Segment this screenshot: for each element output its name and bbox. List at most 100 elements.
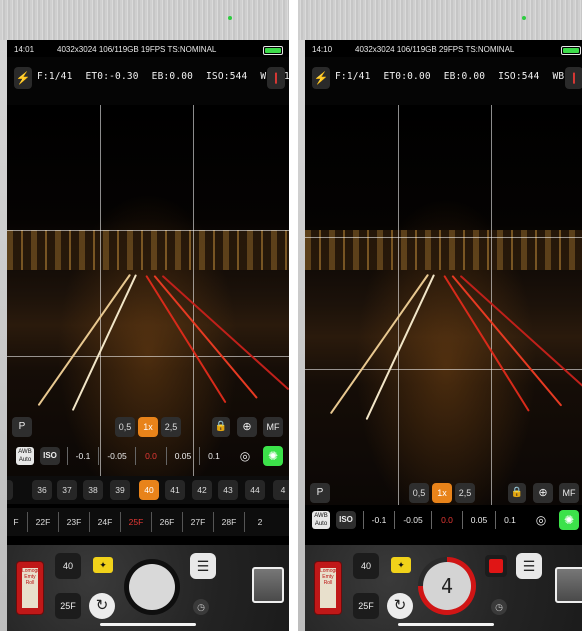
zoom-2-5[interactable]: 2,5	[455, 483, 475, 503]
grid-line	[305, 369, 582, 370]
gallery-thumbnail[interactable]	[555, 567, 582, 603]
status-time: 14:10	[312, 45, 333, 54]
eb-value: EB:0.00	[443, 71, 486, 82]
sun-icon[interactable]: ✺	[559, 510, 579, 530]
flash-icon[interactable]: ⚡	[312, 67, 330, 89]
ev-option[interactable]: -0.05	[394, 511, 431, 529]
zoom-0-5[interactable]: 0,5	[115, 417, 135, 437]
timer-icon[interactable]: ◎	[531, 511, 551, 529]
status-time: 14:01	[14, 45, 35, 54]
timer-icon[interactable]: ◎	[235, 447, 255, 465]
settings-icon[interactable]: ❙	[267, 67, 285, 89]
ev-option[interactable]: -0.1	[67, 447, 98, 465]
ev-option[interactable]: 0.05	[462, 511, 495, 529]
grid-line	[7, 230, 289, 232]
ev-option[interactable]: 0.1	[495, 511, 524, 529]
timer-icon[interactable]: ◷	[491, 599, 507, 615]
ev-option[interactable]: -0.1	[363, 511, 394, 529]
iso-value: ISO:544	[498, 71, 540, 82]
mode-button[interactable]: P	[310, 483, 330, 503]
iso-chip[interactable]: 41	[165, 480, 185, 500]
fps-option[interactable]: 23F	[58, 512, 89, 532]
fps-option[interactable]: 24F	[89, 512, 120, 532]
ev-option[interactable]: -0.05	[98, 447, 135, 465]
light-trail	[451, 275, 563, 407]
film-label: Lomography Emty Roll	[22, 568, 38, 608]
iso-chip[interactable]: 37	[57, 480, 77, 500]
ev-option[interactable]: 0.05	[166, 447, 199, 465]
fps-option[interactable]: 26F	[151, 512, 182, 532]
fps-option[interactable]: 2	[244, 512, 275, 532]
film-roll-icon[interactable]: Lomography Emty Roll	[314, 561, 342, 615]
battery-icon	[561, 46, 581, 55]
zoom-selector: 0,5 1x 2,5	[115, 417, 184, 437]
zoom-1x[interactable]: 1x	[432, 483, 452, 503]
mf-button[interactable]: MF	[559, 483, 579, 503]
list-icon[interactable]: ☰	[516, 553, 542, 579]
awb-button[interactable]: AWB Auto	[312, 511, 330, 529]
fps-option[interactable]: 27F	[182, 512, 213, 532]
iso-button[interactable]: ISO	[336, 511, 356, 529]
awb-button[interactable]: AWB Auto	[16, 447, 34, 465]
shutter-button[interactable]	[124, 559, 180, 615]
timer-icon[interactable]: ◷	[193, 599, 209, 615]
film-label: Lomography Emty Roll	[320, 568, 336, 608]
lock-icon[interactable]: 🔒	[212, 417, 230, 437]
iso-40-button[interactable]: 40	[353, 553, 379, 579]
mf-button[interactable]: MF	[263, 417, 283, 437]
fps-option[interactable]: 22F	[27, 512, 58, 532]
grid-line	[398, 105, 400, 505]
awb-label: AWB	[18, 449, 32, 455]
zoom-0-5[interactable]: 0,5	[409, 483, 429, 503]
camera-screen: 14:01 4032x3024 106/119GB 19FPS TS:NOMIN…	[7, 40, 289, 631]
iso-chip-selected[interactable]: 40	[139, 480, 159, 500]
ev-option-selected[interactable]: 0.0	[431, 511, 462, 529]
iso-chip[interactable]: 36	[32, 480, 52, 500]
fps-option[interactable]: F	[7, 512, 25, 532]
stabilizer-icon[interactable]: ✦	[93, 557, 113, 573]
eb-value: EB:0.00	[151, 71, 194, 82]
bottom-panel: Lomography Emty Roll 40 ✦ 25F ↻ ☰ ◷	[7, 545, 289, 631]
viewfinder[interactable]	[305, 105, 582, 505]
iso-chip[interactable]: 43	[218, 480, 238, 500]
iso-chip[interactable]: 42	[192, 480, 212, 500]
home-indicator[interactable]	[100, 623, 196, 626]
iso-40-button[interactable]: 40	[55, 553, 81, 579]
list-icon[interactable]: ☰	[190, 553, 216, 579]
stabilizer-icon[interactable]: ✦	[391, 557, 411, 573]
iso-button[interactable]: ISO	[40, 447, 60, 465]
fps-25-button[interactable]: 25F	[55, 593, 81, 619]
record-button[interactable]: 4	[418, 557, 476, 615]
ev-option[interactable]: 0.1	[199, 447, 228, 465]
lock-icon[interactable]: 🔒	[508, 483, 526, 503]
rotate-icon[interactable]: ↻	[387, 593, 413, 619]
stop-button[interactable]	[485, 555, 507, 577]
zoom-1x[interactable]: 1x	[138, 417, 158, 437]
iso-chip[interactable]: 39	[110, 480, 130, 500]
ev-option-selected[interactable]: 0.0	[135, 447, 166, 465]
fps-25-button[interactable]: 25F	[353, 593, 379, 619]
sun-icon[interactable]: ✺	[263, 446, 283, 466]
fps-strip: F 22F 23F 24F 25F 26F 27F 28F 2	[7, 508, 289, 536]
fps-option[interactable]: 28F	[213, 512, 244, 532]
magnify-icon[interactable]: ⊕	[237, 417, 257, 437]
status-bar: 14:10 4032x3024 106/119GB 29FPS TS:NOMIN…	[305, 40, 582, 57]
exposure-bar: ⚡ F:1/41 ET0:0.00 EB:0.00 ISO:544 WB:502…	[305, 57, 582, 105]
home-indicator[interactable]	[398, 623, 494, 626]
iso-chip[interactable]: 44	[245, 480, 265, 500]
fps-option-selected[interactable]: 25F	[120, 512, 151, 532]
flash-icon[interactable]: ⚡	[14, 67, 32, 89]
settings-icon[interactable]: ❙	[565, 67, 582, 89]
zoom-2-5[interactable]: 2,5	[161, 417, 181, 437]
gallery-thumbnail[interactable]	[252, 567, 284, 603]
phone-bezel	[298, 0, 582, 40]
iso-chip[interactable]: 5	[7, 480, 13, 500]
iso-strip: 5 36 37 38 39 40 41 42 43 44 4	[7, 476, 289, 504]
mode-button[interactable]: P	[12, 417, 32, 437]
rotate-icon[interactable]: ↻	[89, 593, 115, 619]
magnify-icon[interactable]: ⊕	[533, 483, 553, 503]
iso-chip[interactable]: 38	[83, 480, 103, 500]
film-roll-icon[interactable]: Lomography Emty Roll	[16, 561, 44, 615]
iso-chip[interactable]: 4	[273, 480, 289, 500]
status-bar: 14:01 4032x3024 106/119GB 19FPS TS:NOMIN…	[7, 40, 289, 57]
